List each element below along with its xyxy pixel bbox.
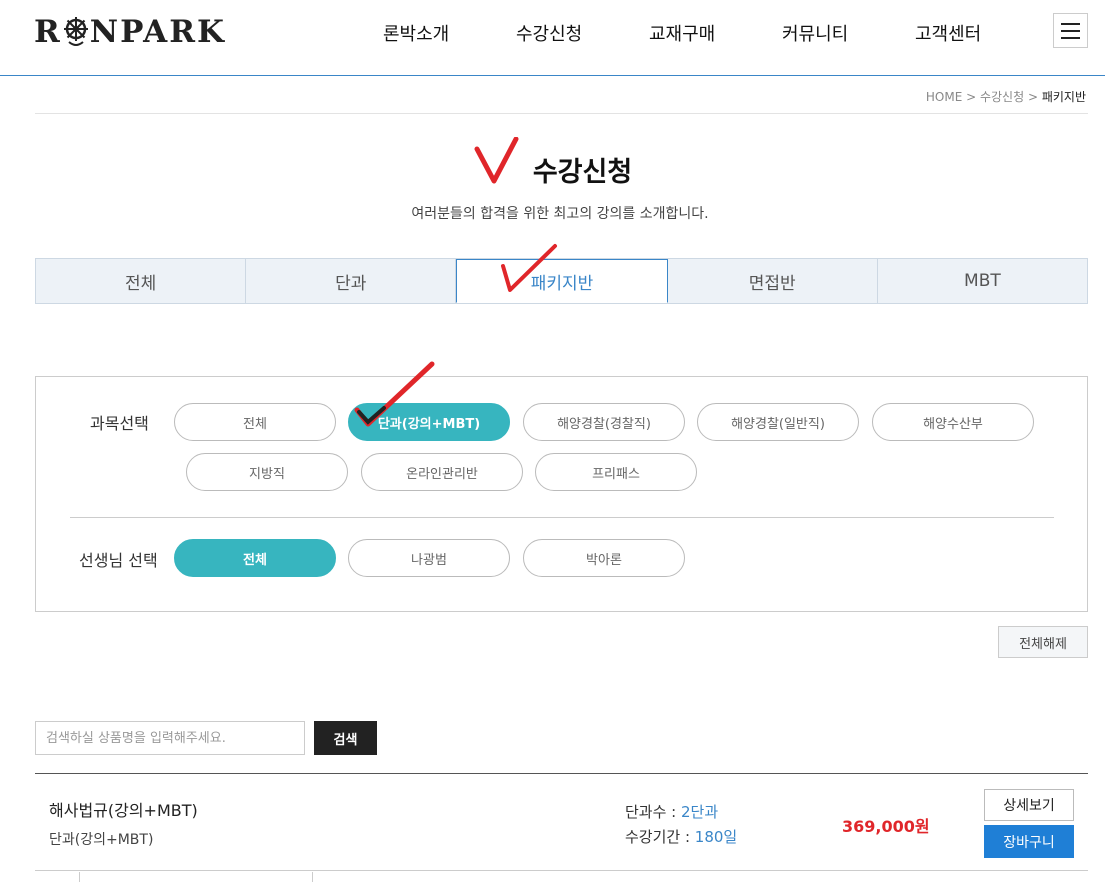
nav-item-about[interactable]: 론박소개 <box>383 20 449 46</box>
study-period-value: 180일 <box>694 828 738 846</box>
subject-option-coast-guard-police[interactable]: 해양경찰(경찰직) <box>523 403 685 441</box>
subject-option-online-management[interactable]: 온라인관리반 <box>361 453 523 491</box>
breadcrumb-current: 패키지반 <box>1041 90 1086 104</box>
breadcrumb-level1[interactable]: 수강신청 <box>980 90 1024 104</box>
divider <box>79 872 80 882</box>
nav-item-community[interactable]: 커뮤니티 <box>782 20 848 46</box>
teacher-option-park[interactable]: 박아론 <box>523 539 685 577</box>
subject-select-label: 과목선택 <box>90 414 149 433</box>
teacher-select-label: 선생님 선택 <box>79 551 158 570</box>
nav-item-enroll[interactable]: 수강신청 <box>516 20 582 46</box>
hamburger-menu-icon[interactable] <box>1053 13 1088 48</box>
tab-single[interactable]: 단과 <box>246 259 457 303</box>
nav-item-books[interactable]: 교재구매 <box>649 20 715 46</box>
tab-all[interactable]: 전체 <box>36 259 247 303</box>
tab-mbt[interactable]: MBT <box>878 259 1087 303</box>
search-input[interactable] <box>35 721 305 755</box>
checkmark-annotation-icon <box>501 244 557 292</box>
divider <box>35 113 1088 114</box>
subject-option-local[interactable]: 지방직 <box>186 453 348 491</box>
tab-interview[interactable]: 면접반 <box>668 259 878 303</box>
breadcrumb-sep: > <box>962 90 980 104</box>
lecture-count-label: 단과수 : <box>625 803 681 821</box>
teacher-option-all[interactable]: 전체 <box>174 539 336 577</box>
breadcrumb-home[interactable]: HOME <box>926 90 962 104</box>
breadcrumb-sep: > <box>1024 90 1042 104</box>
site-logo[interactable]: R NPARK <box>34 14 226 50</box>
logo-text-left: R <box>34 14 62 50</box>
page-title: 수강신청 <box>532 157 633 188</box>
site-header: R NPARK 론박소개 수강신청 교재구매 커뮤니티 고객센터 <box>0 0 1105 76</box>
divider <box>70 517 1054 518</box>
subject-option-free-pass[interactable]: 프리패스 <box>535 453 697 491</box>
divider <box>35 773 1088 774</box>
ship-wheel-icon <box>63 17 88 46</box>
product-name[interactable]: 해사법규(강의+MBT) <box>49 797 198 821</box>
view-detail-button[interactable]: 상세보기 <box>984 789 1074 821</box>
add-to-cart-button[interactable]: 장바구니 <box>984 825 1074 858</box>
subject-option-maritime-ministry[interactable]: 해양수산부 <box>872 403 1034 441</box>
search-button[interactable]: 검색 <box>314 721 377 755</box>
logo-text-right: NPARK <box>89 14 226 50</box>
product-info: 단과수 : 2단과 수강기간 : 180일 <box>625 800 737 850</box>
category-tabs: 전체 단과 패키지반 면접반 MBT <box>35 258 1088 304</box>
breadcrumb: HOME > 수강신청 > 패키지반 <box>926 88 1086 105</box>
product-category: 단과(강의+MBT) <box>49 832 154 848</box>
filter-panel: 과목선택 전체 단과(강의+MBT) 해양경찰(경찰직) 해양경찰(일반직) 해… <box>35 376 1088 612</box>
product-price: 369,000원 <box>842 817 930 836</box>
study-period-label: 수강기간 : <box>625 828 695 846</box>
nav-item-support[interactable]: 고객센터 <box>915 20 981 46</box>
tab-package[interactable]: 패키지반 <box>456 259 668 303</box>
teacher-option-na[interactable]: 나광범 <box>348 539 510 577</box>
page-subtitle: 여러분들의 합격을 위한 최고의 강의를 소개합니다. <box>411 206 709 222</box>
checkmark-annotation-icon <box>354 361 435 427</box>
divider <box>312 872 313 882</box>
lecture-count-value: 2단과 <box>681 803 719 821</box>
subject-option-coast-guard-general[interactable]: 해양경찰(일반직) <box>697 403 859 441</box>
reset-all-button[interactable]: 전체해제 <box>998 626 1088 658</box>
subject-option-all[interactable]: 전체 <box>174 403 336 441</box>
divider <box>35 870 1088 871</box>
